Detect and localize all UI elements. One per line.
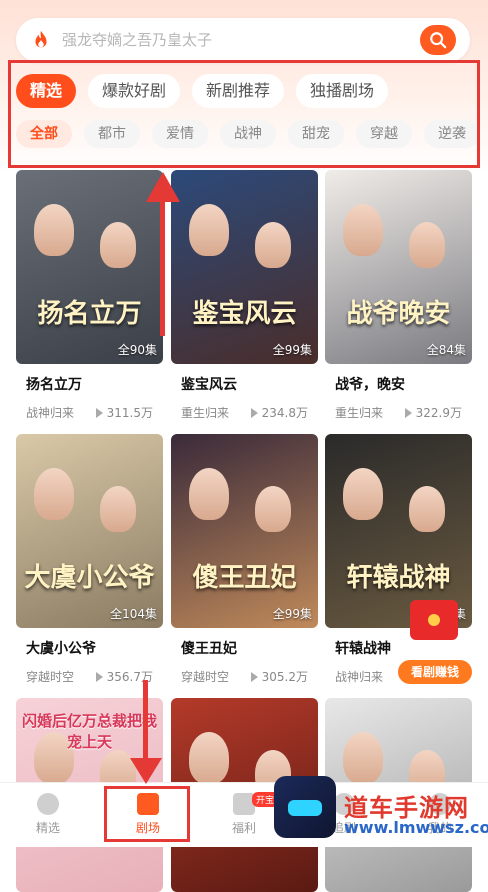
drama-poster[interactable]: 傻王丑妃全99集 bbox=[171, 434, 318, 628]
annotation-arrow-down bbox=[143, 680, 148, 762]
episode-count: 全99集 bbox=[272, 607, 312, 621]
search-icon bbox=[430, 32, 447, 49]
view-count-value: 311.5万 bbox=[106, 406, 153, 420]
episode-count: 全99集 bbox=[272, 343, 312, 357]
drama-title[interactable]: 傻王丑妃 bbox=[171, 638, 318, 658]
annotation-box-tabs bbox=[8, 60, 480, 168]
drama-poster[interactable]: 鉴宝风云全99集 bbox=[171, 170, 318, 364]
poster-figure bbox=[189, 468, 229, 520]
poster-figure bbox=[34, 204, 74, 256]
poster-title: 战爷晚安 bbox=[346, 299, 451, 329]
annotation-arrow-up-head bbox=[146, 172, 180, 202]
episode-count: 全104集 bbox=[110, 607, 157, 621]
poster-figure bbox=[343, 204, 383, 256]
view-count-value: 322.9万 bbox=[415, 406, 462, 420]
drama-title[interactable]: 大虞小公爷 bbox=[16, 638, 163, 658]
view-count-value: 234.8万 bbox=[261, 406, 308, 420]
drama-meta: 重生归来 322.9万 bbox=[325, 404, 472, 424]
drama-card[interactable]: 大虞小公爷 全104集 大虞小公爷 穿越时空 356.7万 bbox=[16, 434, 163, 688]
poster-title: 傻王丑妃 bbox=[192, 563, 297, 593]
play-count-icon bbox=[250, 408, 258, 418]
drama-poster[interactable]: 扬名立万全90集 bbox=[16, 170, 163, 364]
genre-tag: 重生归来 bbox=[181, 406, 230, 420]
genre-tag: 穿越时空 bbox=[181, 670, 230, 684]
poster-title: 闪婚后亿万总裁把我宠上天 bbox=[21, 712, 157, 751]
poster-title: 鉴宝风云 bbox=[192, 299, 297, 329]
view-count: 234.8万 bbox=[250, 404, 308, 421]
poster-figure bbox=[189, 732, 229, 784]
drama-title[interactable]: 扬名立万 bbox=[16, 374, 163, 394]
drama-title[interactable]: 战爷，晚安 bbox=[325, 374, 472, 394]
search-button[interactable] bbox=[420, 25, 456, 55]
play-count-icon bbox=[95, 408, 103, 418]
genre-tag: 战神归来 bbox=[335, 670, 384, 684]
poster-title: 轩辕战神 bbox=[346, 563, 451, 593]
nav-label: 精选 bbox=[35, 821, 60, 835]
drama-meta: 穿越时空 356.7万 bbox=[16, 668, 163, 688]
poster-figure bbox=[409, 222, 445, 268]
drama-card[interactable]: 傻王丑妃 全99集 傻王丑妃 穿越时空 305.2万 bbox=[171, 434, 318, 688]
reward-widget[interactable]: 看剧赚钱 bbox=[398, 600, 472, 684]
drama-meta: 穿越时空 305.2万 bbox=[171, 668, 318, 688]
poster-figure bbox=[255, 222, 291, 268]
drama-poster[interactable]: 大虞小公爷全104集 bbox=[16, 434, 163, 628]
genre-tag: 穿越时空 bbox=[26, 670, 75, 684]
nav-label: 福利 bbox=[231, 821, 256, 835]
poster-figure bbox=[34, 468, 74, 520]
reward-label: 看剧赚钱 bbox=[398, 660, 472, 684]
watermark-logo bbox=[274, 776, 336, 838]
play-count-icon bbox=[404, 408, 412, 418]
nav-featured[interactable]: 精选 bbox=[8, 793, 88, 836]
episode-count: 全90集 bbox=[117, 343, 157, 357]
drama-title[interactable]: 鉴宝风云 bbox=[171, 374, 318, 394]
poster-title: 大虞小公爷 bbox=[24, 563, 155, 593]
genre-tag: 重生归来 bbox=[335, 406, 384, 420]
poster-figure bbox=[100, 486, 136, 532]
search-bar[interactable]: 强龙夺嫡之吾乃皇太子 bbox=[16, 18, 470, 62]
poster-figure bbox=[255, 486, 291, 532]
poster-figure bbox=[409, 486, 445, 532]
drama-card[interactable]: 战爷晚安全84集战爷，晚安重生归来 322.9万 bbox=[325, 170, 472, 424]
drama-card[interactable]: 鉴宝风云 全99集 鉴宝风云 重生归来 234.8万 bbox=[171, 170, 318, 424]
drama-poster[interactable]: 战爷晚安全84集 bbox=[325, 170, 472, 364]
view-count: 311.5万 bbox=[95, 404, 153, 421]
genre-tag: 战神归来 bbox=[26, 406, 75, 420]
poster-figure bbox=[100, 222, 136, 268]
poster-figure bbox=[343, 468, 383, 520]
red-envelope-icon bbox=[410, 600, 458, 640]
drama-card[interactable]: 扬名立万 全90集 扬名立万 战神归来 311.5万 bbox=[16, 170, 163, 424]
poster-figure bbox=[343, 732, 383, 784]
play-count-icon bbox=[250, 672, 258, 682]
play-icon bbox=[37, 793, 59, 815]
fire-icon bbox=[35, 30, 47, 48]
watermark-url: www.lmwwsz.com bbox=[344, 818, 488, 837]
view-count: 305.2万 bbox=[250, 668, 308, 685]
annotation-arrow-up bbox=[160, 196, 165, 336]
episode-count: 全84集 bbox=[426, 343, 466, 357]
annotation-box-nav bbox=[104, 786, 190, 842]
drama-poster[interactable]: 轩辕战神全81集 bbox=[325, 434, 472, 628]
drama-meta: 重生归来 234.8万 bbox=[171, 404, 318, 424]
poster-title: 扬名立万 bbox=[37, 299, 142, 329]
view-count-value: 305.2万 bbox=[261, 670, 308, 684]
drama-meta: 战神归来 311.5万 bbox=[16, 404, 163, 424]
annotation-arrow-down-head bbox=[130, 758, 162, 784]
search-placeholder[interactable]: 强龙夺嫡之吾乃皇太子 bbox=[62, 26, 212, 54]
play-count-icon bbox=[95, 672, 103, 682]
view-count: 322.9万 bbox=[404, 404, 462, 421]
poster-figure bbox=[189, 204, 229, 256]
